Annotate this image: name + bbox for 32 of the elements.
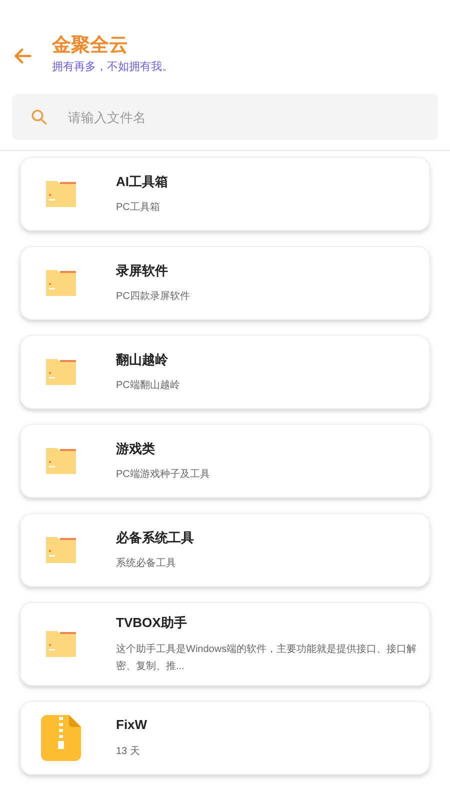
file-card[interactable]: AI工具箱 PC工具箱 <box>20 157 430 231</box>
folder-icon <box>44 268 78 298</box>
search-icon <box>30 108 48 126</box>
file-description: PC四款录屏软件 <box>116 290 191 304</box>
file-name: 游戏类 <box>116 440 156 458</box>
file-card[interactable]: TVBOX助手 这个助手工具是Windows端的软件，主要功能就是提供接口、接口解密、复制、推... <box>20 602 430 686</box>
file-name: 必备系统工具 <box>116 528 195 547</box>
file-name: 翻山越岭 <box>116 350 169 369</box>
file-description: 系统必备工具 <box>116 556 177 572</box>
file-name: TVBOX助手 <box>116 614 188 632</box>
app-subtitle: 拥有再多，不如拥有我。 <box>52 60 173 75</box>
app-title: 金聚全云 <box>52 34 129 58</box>
file-card[interactable]: 录屏软件 PC四款录屏软件 <box>20 246 430 320</box>
file-description: PC工具箱 <box>116 201 161 216</box>
folder-icon <box>44 179 78 209</box>
zip-file-icon <box>41 714 81 760</box>
file-name: FixW <box>116 716 148 734</box>
file-description: PC端翻山越岭 <box>116 378 181 394</box>
file-description: 13 天 <box>116 744 141 759</box>
file-name: 录屏软件 <box>116 262 169 280</box>
folder-icon <box>44 357 78 387</box>
file-description: PC端游戏种子及工具 <box>116 468 211 482</box>
file-name: AI工具箱 <box>116 172 169 191</box>
file-description: 这个助手工具是Windows端的软件，主要功能就是提供接口、接口解密、复制、推... <box>116 642 418 674</box>
folder-icon <box>44 535 78 565</box>
file-card[interactable]: 必备系统工具 系统必备工具 <box>20 513 430 587</box>
file-card[interactable]: FixW 13 天 <box>20 700 430 774</box>
search-field[interactable]: 请输入文件名 <box>12 94 438 140</box>
file-card[interactable]: 翻山越岭 PC端翻山越岭 <box>20 335 430 409</box>
folder-icon <box>44 628 78 659</box>
folder-icon <box>44 446 78 476</box>
file-card[interactable]: 游戏类 PC端游戏种子及工具 <box>20 424 430 498</box>
